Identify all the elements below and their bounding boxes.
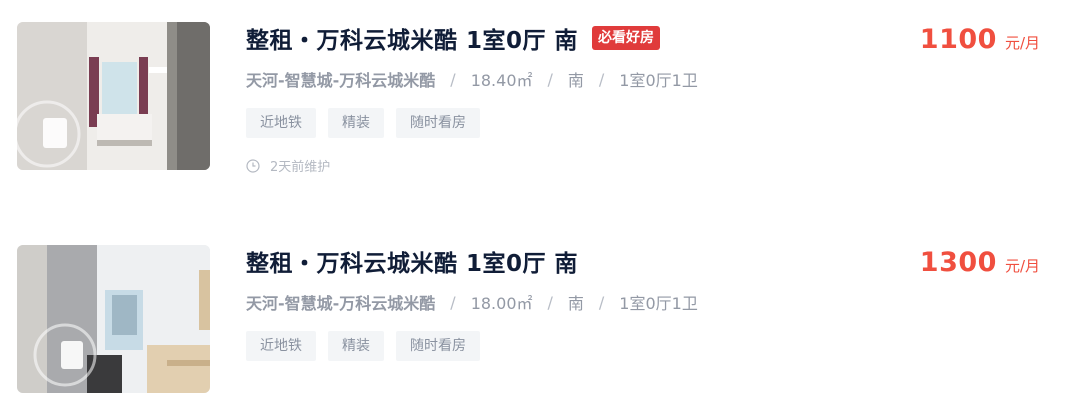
tag-item: 近地铁 xyxy=(246,331,316,361)
listing-meta: 天河-智慧城-万科云城米酷 / 18.00㎡ / 南 / 1室0厅1卫 xyxy=(246,290,698,314)
orientation-text: 南 xyxy=(567,294,584,313)
price: 1100 元/月 xyxy=(920,24,1040,55)
tag-list: 近地铁 精装 随时看房 xyxy=(246,108,480,138)
area-text: 18.40㎡ xyxy=(470,71,533,90)
meta-separator: / xyxy=(450,69,456,89)
price-unit: 元/月 xyxy=(1004,257,1040,275)
price-value: 1300 xyxy=(919,247,997,278)
listing-thumbnail[interactable] xyxy=(17,245,210,393)
tag-item: 随时看房 xyxy=(396,108,480,138)
tag-item: 随时看房 xyxy=(396,331,480,361)
meta-separator: / xyxy=(450,292,456,312)
tag-item: 精装 xyxy=(328,108,384,138)
listing-title[interactable]: 整租・万科云城米酷 1室0厅 南 xyxy=(246,21,578,55)
meta-separator: / xyxy=(598,69,605,89)
tag-list: 近地铁 精装 随时看房 xyxy=(246,331,480,361)
listing-meta: 天河-智慧城-万科云城米酷 / 18.40㎡ / 南 / 1室0厅1卫 xyxy=(246,67,698,91)
featured-badge: 必看好房 xyxy=(592,26,661,50)
listing-card[interactable]: 整租・万科云城米酷 1室0厅 南 必看好房 天河-智慧城-万科云城米酷 / 18… xyxy=(0,21,1080,175)
area-text: 18.00㎡ xyxy=(470,294,533,313)
location-text[interactable]: 天河-智慧城-万科云城米酷 xyxy=(246,290,435,314)
meta-separator: / xyxy=(547,292,553,312)
listing-title[interactable]: 整租・万科云城米酷 1室0厅 南 xyxy=(246,244,578,278)
price-value: 1100 xyxy=(919,24,997,55)
layout-text: 1室0厅1卫 xyxy=(619,294,698,313)
listing-thumbnail[interactable] xyxy=(17,22,210,170)
listing-card[interactable]: 整租・万科云城米酷 1室0厅 南 天河-智慧城-万科云城米酷 / 18.00㎡ … xyxy=(0,245,1080,395)
meta-separator: / xyxy=(598,292,605,312)
maintenance-text: 2天前维护 xyxy=(270,160,331,175)
price: 1300 元/月 xyxy=(920,247,1040,278)
clock-icon xyxy=(246,158,260,173)
location-text[interactable]: 天河-智慧城-万科云城米酷 xyxy=(246,67,435,91)
orientation-text: 南 xyxy=(567,71,584,90)
maintenance-info: 2天前维护 xyxy=(246,156,330,175)
tag-item: 精装 xyxy=(328,331,384,361)
layout-text: 1室0厅1卫 xyxy=(619,71,698,90)
tag-item: 近地铁 xyxy=(246,108,316,138)
price-unit: 元/月 xyxy=(1004,34,1040,52)
meta-separator: / xyxy=(547,69,553,89)
